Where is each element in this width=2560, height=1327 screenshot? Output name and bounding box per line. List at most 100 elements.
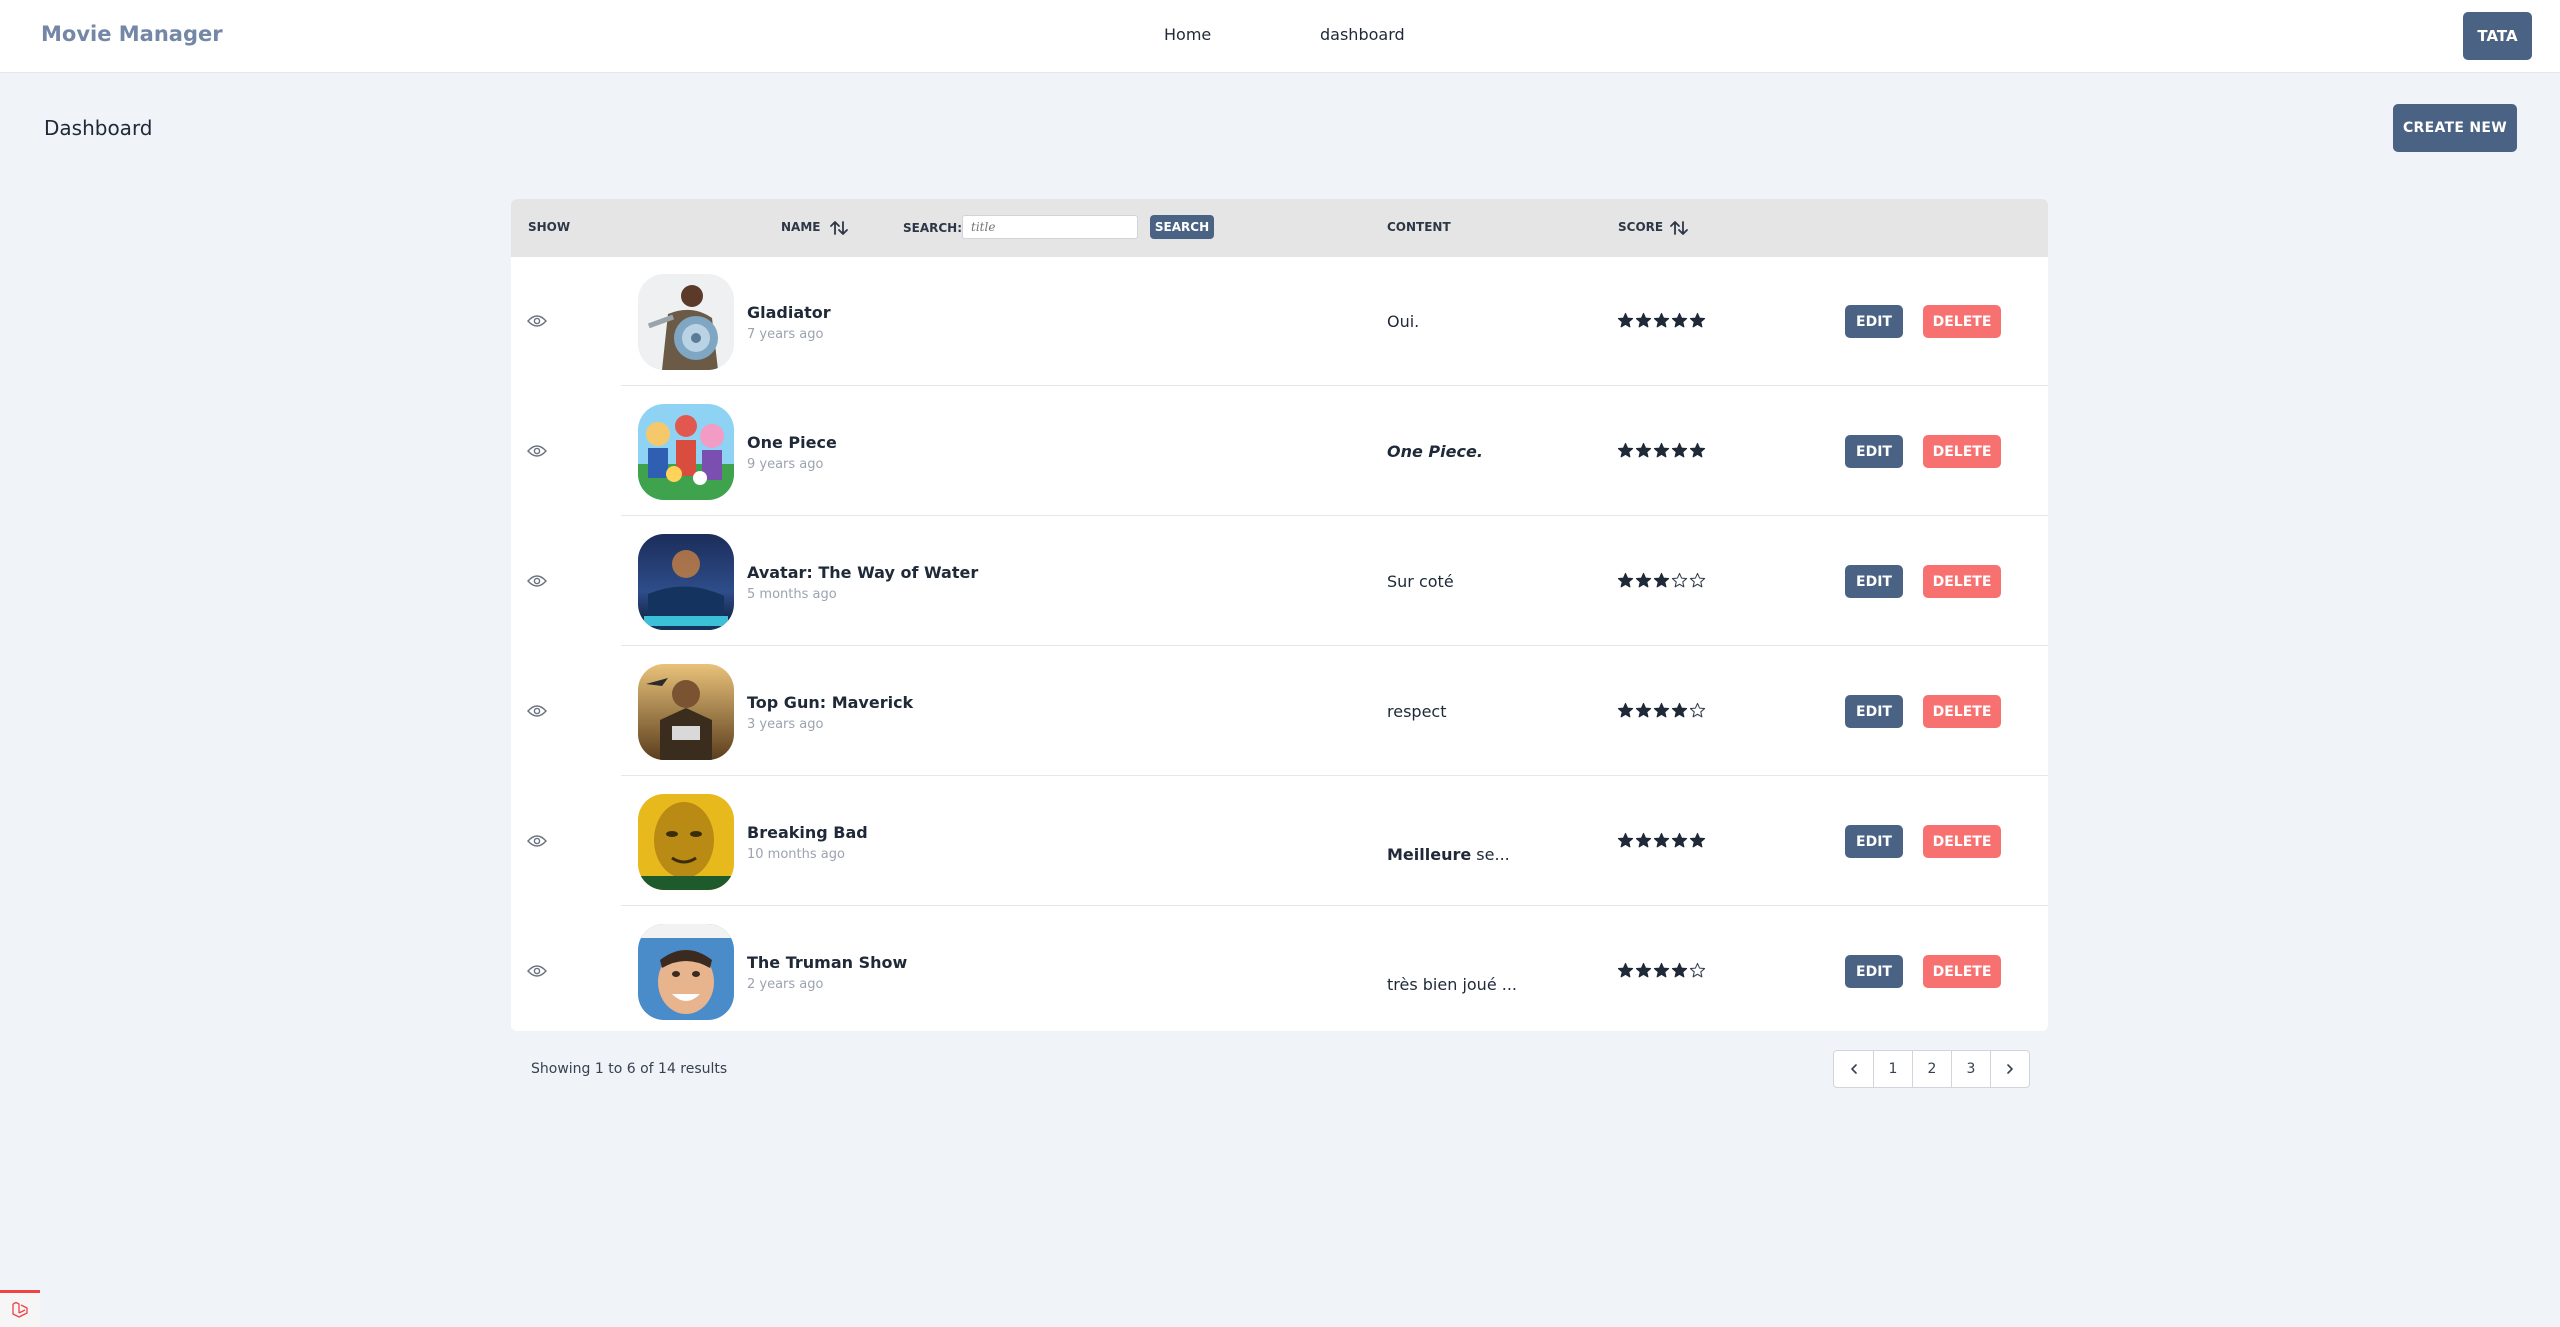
pagination-page-1[interactable]: 1 <box>1873 1051 1912 1087</box>
star-filled-icon <box>1671 832 1688 848</box>
row-divider <box>621 515 2048 516</box>
table-row: One Piece 9 years ago One Piece. EDIT DELETE <box>511 387 2048 516</box>
table-row: Top Gun: Maverick 3 years ago respect EDIT D… <box>511 647 2048 776</box>
star-filled-icon <box>1653 572 1670 588</box>
movie-title: The Truman Show <box>747 953 908 972</box>
delete-button[interactable]: DELETE <box>1923 305 2001 338</box>
search-input[interactable] <box>962 215 1138 239</box>
movie-content: One Piece. <box>1387 442 1483 461</box>
movie-date: 2 years ago <box>747 977 824 992</box>
content-text: Oui. <box>1387 312 1420 331</box>
pagination-page-2[interactable]: 2 <box>1912 1051 1951 1087</box>
movie-title: Gladiator <box>747 303 831 322</box>
star-filled-icon <box>1635 962 1652 978</box>
movie-content: Oui. <box>1387 312 1419 331</box>
star-filled-icon <box>1617 312 1634 328</box>
laravel-debugbar-toggle[interactable] <box>0 1290 40 1327</box>
delete-button[interactable]: DELETE <box>1923 565 2001 598</box>
eye-icon[interactable] <box>527 834 547 848</box>
star-empty-icon <box>1671 572 1688 588</box>
eye-icon[interactable] <box>527 574 547 588</box>
score-stars <box>1617 312 1706 329</box>
star-filled-icon <box>1689 832 1706 848</box>
star-filled-icon <box>1689 312 1706 328</box>
movie-poster <box>638 664 734 760</box>
star-filled-icon <box>1671 962 1688 978</box>
eye-icon[interactable] <box>527 704 547 718</box>
star-filled-icon <box>1617 832 1634 848</box>
star-filled-icon <box>1653 832 1670 848</box>
pagination-page-3[interactable]: 3 <box>1951 1051 1990 1087</box>
star-filled-icon <box>1635 832 1652 848</box>
star-filled-icon <box>1617 442 1634 458</box>
edit-button[interactable]: EDIT <box>1845 305 1903 338</box>
movie-date: 10 months ago <box>747 847 845 862</box>
eye-icon[interactable] <box>527 314 547 328</box>
delete-button[interactable]: DELETE <box>1923 435 2001 468</box>
star-filled-icon <box>1671 702 1688 718</box>
column-header-show: SHOW <box>528 220 571 234</box>
column-header-name: NAME <box>781 220 821 234</box>
chevron-left-icon <box>1850 1064 1857 1074</box>
star-filled-icon <box>1635 702 1652 718</box>
chevron-right-icon <box>2007 1064 2013 1074</box>
delete-button[interactable]: DELETE <box>1923 955 2001 988</box>
score-stars <box>1617 572 1706 589</box>
pagination-next[interactable] <box>1990 1051 2029 1087</box>
star-filled-icon <box>1653 962 1670 978</box>
movie-content: très bien joué ... <box>1387 975 1517 994</box>
edit-button[interactable]: EDIT <box>1845 435 1903 468</box>
pagination: 1 2 3 <box>1833 1050 2030 1088</box>
user-menu-button[interactable]: TATA <box>2463 12 2532 60</box>
create-new-button[interactable]: CREATE NEW <box>2393 104 2517 152</box>
pagination-prev[interactable] <box>1834 1051 1873 1087</box>
star-empty-icon <box>1689 702 1706 718</box>
edit-button[interactable]: EDIT <box>1845 955 1903 988</box>
star-filled-icon <box>1689 442 1706 458</box>
edit-button[interactable]: EDIT <box>1845 695 1903 728</box>
edit-button[interactable]: EDIT <box>1845 825 1903 858</box>
content-text: respect <box>1387 702 1447 721</box>
results-summary: Showing 1 to 6 of 14 results <box>531 1061 728 1077</box>
eye-icon[interactable] <box>527 964 547 978</box>
content-text: Sur coté <box>1387 572 1454 591</box>
star-filled-icon <box>1653 442 1670 458</box>
movie-poster <box>638 794 734 890</box>
content-text: One Piece. <box>1387 442 1483 461</box>
movie-date: 5 months ago <box>747 587 837 602</box>
brand-logo[interactable]: Movie Manager <box>41 22 223 46</box>
search-button[interactable]: SEARCH <box>1150 215 1214 239</box>
movie-date: 7 years ago <box>747 327 824 342</box>
table-row: The Truman Show 2 years ago très bien joué… <box>511 907 2048 1031</box>
row-divider <box>621 775 2048 776</box>
laravel-logo-icon <box>12 1301 28 1318</box>
star-filled-icon <box>1635 572 1652 588</box>
movie-content: Meilleure se... <box>1387 845 1510 864</box>
eye-icon[interactable] <box>527 444 547 458</box>
content-text: très bien joué ... <box>1387 975 1517 994</box>
nav-link-home[interactable]: Home <box>1164 25 1211 44</box>
star-empty-icon <box>1689 962 1706 978</box>
nav-link-dashboard[interactable]: dashboard <box>1320 25 1405 44</box>
delete-button[interactable]: DELETE <box>1923 825 2001 858</box>
movie-title: One Piece <box>747 433 837 452</box>
table-header: SHOW NAME SEARCH: SEARCH CONTENT SCORE <box>511 199 2048 257</box>
movie-title: Avatar: The Way of Water <box>747 563 979 582</box>
row-divider <box>621 905 2048 906</box>
movies-table: SHOW NAME SEARCH: SEARCH CONTENT SCORE G… <box>511 199 2048 1031</box>
content-bold-text: Meilleure <box>1387 845 1472 864</box>
search-label: SEARCH: <box>903 221 963 235</box>
table-row: Breaking Bad 10 months ago Meilleure se...… <box>511 777 2048 906</box>
edit-button[interactable]: EDIT <box>1845 565 1903 598</box>
star-filled-icon <box>1635 312 1652 328</box>
delete-button[interactable]: DELETE <box>1923 695 2001 728</box>
movie-content: respect <box>1387 702 1446 721</box>
score-stars <box>1617 702 1706 719</box>
star-filled-icon <box>1653 702 1670 718</box>
table-row: Avatar: The Way of Water 5 months ago Sur … <box>511 517 2048 646</box>
sort-arrows-icon[interactable] <box>1668 217 1690 239</box>
movie-poster <box>638 534 734 630</box>
row-divider <box>621 385 2048 386</box>
sort-arrows-icon[interactable] <box>828 217 850 239</box>
movie-poster <box>638 924 734 1020</box>
